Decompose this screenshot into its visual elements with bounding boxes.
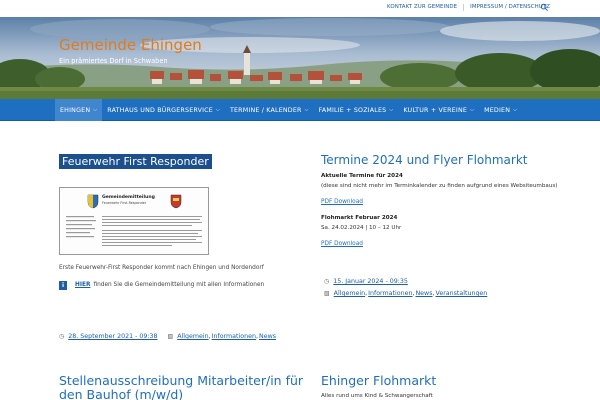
notice-thumbnail[interactable]: Gemeindemitteilung Feuerwehr First-Respo… bbox=[59, 187, 209, 255]
pdf-download-link-2[interactable]: PDF Download bbox=[321, 241, 363, 247]
post2-block1-heading: Aktuelle Termine für 2024 bbox=[321, 173, 403, 179]
top-utility-bar: KONTAKT ZUR GEMEINDE IMPRESSUM / DATENSC… bbox=[0, 0, 600, 17]
site-title[interactable]: Gemeinde Ehingen bbox=[59, 36, 202, 54]
post-title-stellenausschreibung[interactable]: Stellenausschreibung Mitarbeiter/in für … bbox=[59, 374, 314, 400]
top-links: KONTAKT ZUR GEMEINDE IMPRESSUM / DATENSC… bbox=[387, 4, 550, 11]
post1-caption: Erste Feuerwehr-First Responder kommt na… bbox=[59, 265, 264, 271]
post2-block1-note: (diese sind nicht mehr im Terminkalender… bbox=[321, 183, 558, 189]
category-link[interactable]: Informationen bbox=[368, 290, 412, 297]
post1-meta: ◷ 28. September 2021 - 09:38 ▧ Allgemein… bbox=[59, 333, 277, 340]
post2-block2-date: Sa. 24.02.2024 | 10 – 12 Uhr bbox=[321, 225, 402, 231]
clock-icon: ◷ bbox=[324, 278, 330, 285]
notice-subheading: Feuerwehr First-Responder bbox=[102, 201, 147, 205]
nav-items: EHINGEN ⌵ RATHAUS UND BÜRGERSERVICE ⌵ TERM… bbox=[55, 99, 522, 121]
contact-link[interactable]: KONTAKT ZUR GEMEINDE bbox=[387, 4, 457, 11]
category-link[interactable]: Veranstaltungen bbox=[436, 290, 488, 297]
chevron-down-icon: ⌵ bbox=[304, 107, 309, 113]
post-title-first-responder[interactable]: Feuerwehr First Responder bbox=[59, 154, 212, 169]
folder-icon: ▧ bbox=[324, 290, 330, 297]
nav-item-rathaus[interactable]: RATHAUS UND BÜRGERSERVICE ⌵ bbox=[102, 99, 225, 121]
nav-item-ehingen[interactable]: EHINGEN ⌵ bbox=[55, 99, 103, 121]
search-icon[interactable] bbox=[540, 3, 549, 12]
nav-item-familie[interactable]: FAMILIE + SOZIALES ⌵ bbox=[314, 99, 399, 121]
top-link-divider bbox=[463, 4, 465, 11]
category-link[interactable]: Allgemein bbox=[334, 290, 365, 297]
nav-item-label: KULTUR + VEREINE bbox=[403, 106, 468, 114]
clock-icon: ◷ bbox=[59, 333, 65, 340]
nav-item-kultur[interactable]: KULTUR + VEREINE ⌵ bbox=[398, 99, 479, 121]
category-link[interactable]: Allgemein bbox=[177, 333, 208, 340]
coat-of-arms-icon bbox=[170, 194, 182, 209]
post1-hier-link[interactable]: HIER bbox=[75, 282, 90, 288]
header-banner: Gemeinde Ehingen Ein prämiertes Dorf in … bbox=[0, 17, 600, 99]
nav-item-label: TERMINE / KALENDER bbox=[229, 106, 302, 114]
nav-item-termine[interactable]: TERMINE / KALENDER ⌵ bbox=[225, 99, 314, 121]
nav-item-label: FAMILIE + SOZIALES bbox=[318, 106, 387, 114]
post2-meta-categories: ▧ Allgemein, Informationen, News, Verans… bbox=[324, 290, 488, 297]
nav-item-label: MEDIEN bbox=[484, 106, 511, 114]
post2-meta-date: ◷ 15. Januar 2024 - 09:35 bbox=[324, 278, 408, 285]
notice-text-lines bbox=[66, 216, 202, 246]
category-link[interactable]: News bbox=[415, 290, 432, 297]
notice-heading: Gemeindemitteilung bbox=[102, 195, 155, 200]
post2-block2-heading: Flohmarkt Februar 2024 bbox=[321, 215, 398, 221]
category-link[interactable]: Informationen bbox=[212, 333, 256, 340]
chevron-down-icon: ⌵ bbox=[93, 107, 98, 113]
nav-item-label: EHINGEN bbox=[60, 106, 91, 114]
chevron-down-icon: ⌵ bbox=[215, 107, 220, 113]
post-title-termine[interactable]: Termine 2024 und Flyer Flohmarkt bbox=[321, 153, 528, 167]
chevron-down-icon: ⌵ bbox=[389, 107, 394, 113]
category-link[interactable]: News bbox=[259, 333, 276, 340]
post1-info-text: finden Sie die Gemeindemitteilung mit al… bbox=[93, 282, 265, 288]
post1-date-link[interactable]: 28. September 2021 - 09:38 bbox=[68, 333, 157, 340]
imprint-link[interactable]: IMPRESSUM / DATENSCHUTZ bbox=[470, 4, 550, 11]
site-tagline: Ein prämiertes Dorf in Schwaben bbox=[59, 57, 168, 65]
coat-of-arms-icon bbox=[87, 194, 99, 209]
info-icon: i bbox=[59, 280, 67, 290]
chevron-down-icon: ⌵ bbox=[513, 107, 518, 113]
nav-item-label: RATHAUS UND BÜRGERSERVICE bbox=[107, 106, 213, 114]
pdf-download-link-1[interactable]: PDF Download bbox=[321, 199, 363, 205]
main-navigation: EHINGEN ⌵ RATHAUS UND BÜRGERSERVICE ⌵ TERM… bbox=[0, 99, 600, 121]
post-title-flohmarkt[interactable]: Ehinger Flohmarkt bbox=[321, 374, 436, 388]
post1-info-row: i HIER finden Sie die Gemeindemitteilung… bbox=[59, 280, 264, 290]
folder-icon: ▧ bbox=[167, 333, 174, 340]
flohmarkt-subtitle: Alles rund ums Kind & Schwangerschaft bbox=[321, 393, 433, 399]
chevron-down-icon: ⌵ bbox=[470, 107, 475, 113]
nav-item-medien[interactable]: MEDIEN ⌵ bbox=[479, 99, 522, 121]
post2-date-link[interactable]: 15. Januar 2024 - 09:35 bbox=[333, 278, 408, 285]
